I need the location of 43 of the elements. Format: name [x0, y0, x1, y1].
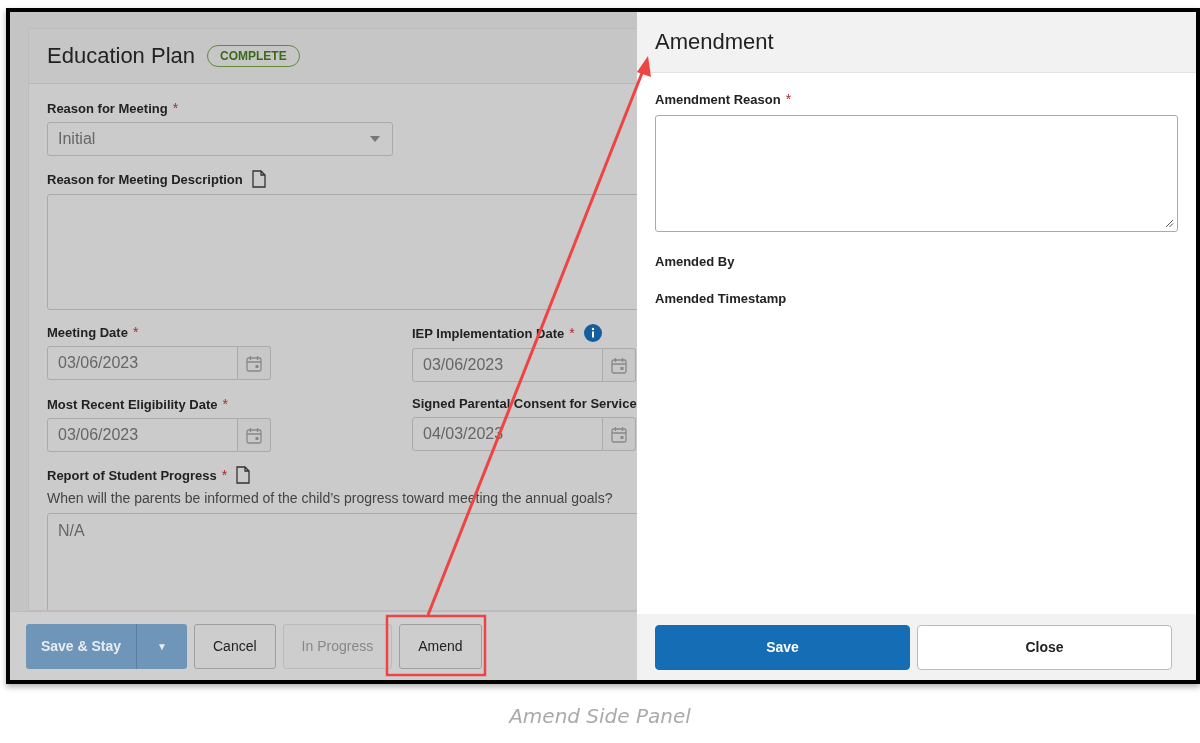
field-label: Most Recent Eligibility Date — [47, 396, 218, 412]
calendar-icon — [246, 354, 262, 372]
field-label: Reason for Meeting — [47, 100, 168, 116]
date-field[interactable]: 03/06/2023 — [47, 346, 238, 380]
document-icon[interactable] — [251, 170, 266, 188]
text-area[interactable] — [47, 194, 637, 310]
resize-grip-icon — [1165, 219, 1174, 228]
calendar-button[interactable] — [238, 346, 271, 380]
page-title: Education Plan — [47, 43, 195, 69]
required-mark: * — [569, 325, 575, 341]
dropdown-button[interactable]: ▼ — [136, 623, 187, 669]
document-icon[interactable] — [236, 466, 251, 484]
field-label: Amended By — [655, 254, 735, 269]
field-label: Reason for Meeting Description — [47, 171, 243, 187]
required-mark: * — [172, 100, 179, 116]
select-field[interactable]: Initial — [47, 122, 393, 156]
calendar-button[interactable] — [238, 418, 271, 452]
calendar-icon — [246, 426, 262, 444]
text-area[interactable] — [655, 115, 1178, 232]
caption: Amend Side Panel — [507, 704, 692, 728]
required-mark: * — [222, 396, 228, 412]
close-button[interactable]: Close — [917, 624, 1172, 670]
caret-icon — [370, 136, 380, 142]
date-field[interactable]: 03/06/2023 — [412, 348, 603, 382]
panel-title: Amendment — [655, 29, 774, 55]
field-label: Signed Parental Consent for Service — [412, 396, 637, 411]
calendar-button[interactable] — [603, 348, 636, 382]
required-mark: * — [132, 324, 139, 340]
save-button[interactable]: Save & Stay — [26, 623, 136, 669]
footer-button[interactable]: Amend — [399, 623, 482, 669]
required-mark: * — [785, 91, 792, 107]
footer-button[interactable]: Cancel — [194, 623, 276, 669]
info-icon[interactable] — [583, 324, 602, 342]
date-field[interactable]: 03/06/2023 — [47, 418, 238, 452]
field-label: Amended Timestamp — [655, 291, 787, 306]
required-mark: * — [221, 467, 228, 483]
calendar-icon — [611, 356, 627, 374]
calendar-button[interactable] — [603, 417, 636, 451]
field-label: Report of Student Progress — [47, 467, 217, 483]
field-label: Amendment Reason — [655, 91, 781, 107]
save-button[interactable]: Save — [655, 624, 910, 670]
calendar-icon — [611, 425, 627, 443]
field-label: Meeting Date — [47, 324, 128, 340]
